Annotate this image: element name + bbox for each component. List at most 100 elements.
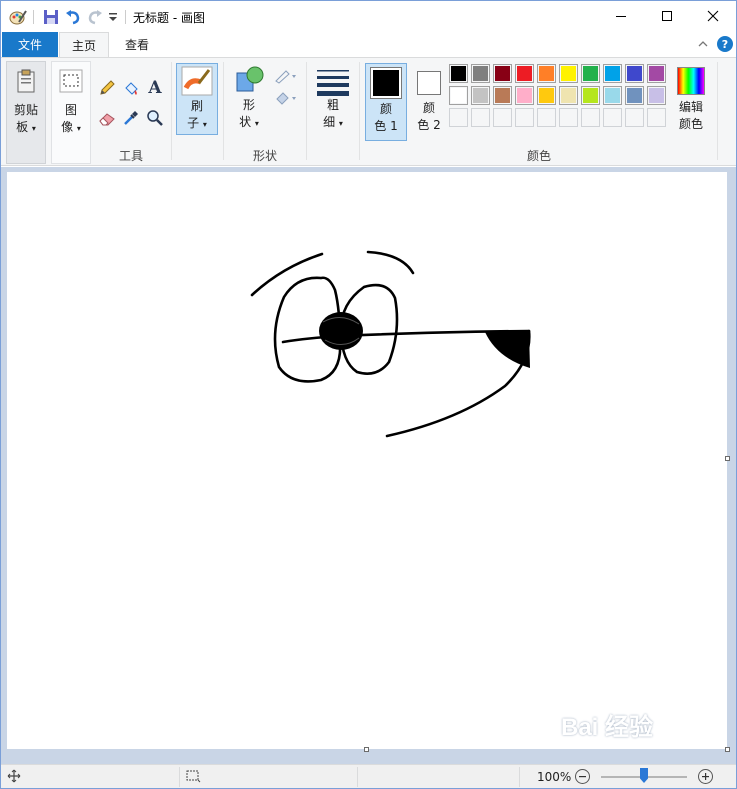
zoom-slider-thumb[interactable] [640, 768, 648, 783]
minimize-button[interactable] [598, 1, 644, 31]
shapes-button[interactable]: 形 状 ▾ [229, 63, 269, 138]
palette-swatch[interactable] [559, 86, 578, 105]
palette-swatch[interactable] [471, 86, 490, 105]
resize-handle-corner[interactable] [725, 747, 730, 752]
palette-empty-swatch[interactable] [625, 108, 644, 127]
help-icon[interactable]: ? [717, 36, 733, 52]
palette-swatch[interactable] [603, 64, 622, 83]
palette-swatch[interactable] [559, 64, 578, 83]
palette-swatch-color [495, 88, 510, 103]
clipboard-dropdown-icon: ▾ [31, 124, 36, 133]
zoom-in-button[interactable] [698, 769, 713, 784]
ribbon: 剪贴 板 ▾ 图 像 ▾ A 工具 刷 子 ▾ 形 状 ▾ 形状 粗 细 ▾ 颜… [1, 57, 736, 166]
minimize-icon [616, 16, 626, 17]
palette-swatch[interactable] [537, 64, 556, 83]
color2-preview [417, 71, 441, 95]
fill-icon[interactable] [273, 88, 299, 108]
palette-swatch-color [605, 88, 620, 103]
palette-empty-swatch[interactable] [449, 108, 468, 127]
ribbon-separator [306, 62, 307, 160]
size-button[interactable]: 粗 细 ▾ [313, 63, 353, 138]
undo-icon[interactable] [63, 7, 83, 27]
zoom-out-button[interactable] [575, 769, 590, 784]
redo-icon[interactable] [85, 7, 105, 27]
palette-swatch-color [627, 88, 642, 103]
fill-bucket-icon[interactable] [121, 78, 141, 98]
status-separator [179, 767, 180, 787]
resize-handle-bottom[interactable] [364, 747, 369, 752]
text-tool-icon[interactable]: A [145, 78, 165, 98]
palette-swatch[interactable] [515, 86, 534, 105]
palette-empty-swatch[interactable] [581, 108, 600, 127]
brushes-button[interactable]: 刷 子 ▾ [176, 63, 218, 135]
paint-window: 无标题 - 画图 文件 主页 查看 ? 剪贴 板 ▾ 图 像 ▾ A 工具 刷 … [0, 0, 737, 789]
palette-empty-swatch[interactable] [515, 108, 534, 127]
brushes-label-1: 刷 [190, 99, 203, 113]
status-separator [357, 767, 358, 787]
palette-swatch[interactable] [647, 64, 666, 83]
color-picker-icon[interactable] [121, 108, 141, 128]
save-icon[interactable] [41, 7, 61, 27]
close-icon [707, 10, 719, 22]
brushes-label-2-wrap: 子 ▾ [187, 115, 207, 133]
palette-swatch[interactable] [581, 64, 600, 83]
palette-empty-swatch[interactable] [559, 108, 578, 127]
palette-swatch[interactable] [603, 86, 622, 105]
magnifier-icon[interactable] [145, 108, 165, 128]
palette-swatch-color [561, 66, 576, 81]
palette-swatch[interactable] [449, 86, 468, 105]
palette-swatch[interactable] [493, 64, 512, 83]
palette-swatch[interactable] [581, 86, 600, 105]
palette-swatch[interactable] [647, 86, 666, 105]
palette-empty-swatch[interactable] [493, 108, 512, 127]
ribbon-separator [717, 62, 718, 160]
ribbon-tabs: 文件 主页 查看 ? [1, 32, 736, 58]
palette-swatch-color [517, 66, 532, 81]
palette-swatch[interactable] [537, 86, 556, 105]
close-button[interactable] [690, 1, 736, 31]
drawing [250, 250, 531, 438]
tab-file[interactable]: 文件 [2, 32, 58, 57]
tab-view[interactable]: 查看 [109, 32, 165, 57]
color2-label-2: 色 2 [417, 118, 441, 132]
eraser-icon[interactable] [97, 108, 117, 128]
pencil-icon[interactable] [97, 78, 117, 98]
palette-swatch-color [649, 88, 664, 103]
image-label-1: 图 [64, 103, 77, 117]
color2-button[interactable]: 颜 色 2 [411, 63, 447, 141]
collapse-ribbon-icon[interactable] [697, 38, 709, 53]
palette-swatch[interactable] [625, 86, 644, 105]
palette-empty-swatch[interactable] [647, 108, 666, 127]
palette-swatch[interactable] [625, 64, 644, 83]
clipboard-label-2-wrap: 板 ▾ [16, 119, 36, 137]
image-button[interactable]: 图 像 ▾ [51, 61, 91, 164]
edit-colors-button[interactable]: 编辑 颜色 [671, 63, 711, 143]
palette-swatch[interactable] [493, 86, 512, 105]
zoom-slider-track[interactable] [601, 768, 687, 783]
customize-quick-access-icon[interactable] [107, 7, 119, 27]
color1-button[interactable]: 颜 色 1 [365, 63, 407, 141]
clipboard-label-1: 剪贴 [13, 103, 38, 117]
line-width-icon [317, 70, 349, 96]
paint-app-icon[interactable] [7, 7, 29, 27]
resize-handle-right[interactable] [725, 456, 730, 461]
shapes-label-2-wrap: 状 ▾ [239, 114, 259, 132]
palette-empty-swatch[interactable] [471, 108, 490, 127]
clipboard-button[interactable]: 剪贴 板 ▾ [6, 61, 46, 164]
outline-icon[interactable] [273, 66, 299, 86]
clipboard-label-2: 板 [16, 120, 29, 134]
clipboard-icon [17, 69, 35, 93]
palette-empty-swatch[interactable] [603, 108, 622, 127]
ribbon-separator [223, 62, 224, 160]
drawing-canvas[interactable] [7, 172, 727, 749]
title-bar: 无标题 - 画图 [1, 1, 736, 32]
palette-empty-swatch[interactable] [537, 108, 556, 127]
tab-home[interactable]: 主页 [59, 32, 109, 58]
size-label-2-wrap: 细 ▾ [323, 114, 343, 132]
maximize-button[interactable] [644, 1, 690, 31]
palette-swatch[interactable] [515, 64, 534, 83]
palette-swatch-color [539, 88, 554, 103]
palette-swatch[interactable] [449, 64, 468, 83]
palette-swatch-color [473, 66, 488, 81]
palette-swatch[interactable] [471, 64, 490, 83]
